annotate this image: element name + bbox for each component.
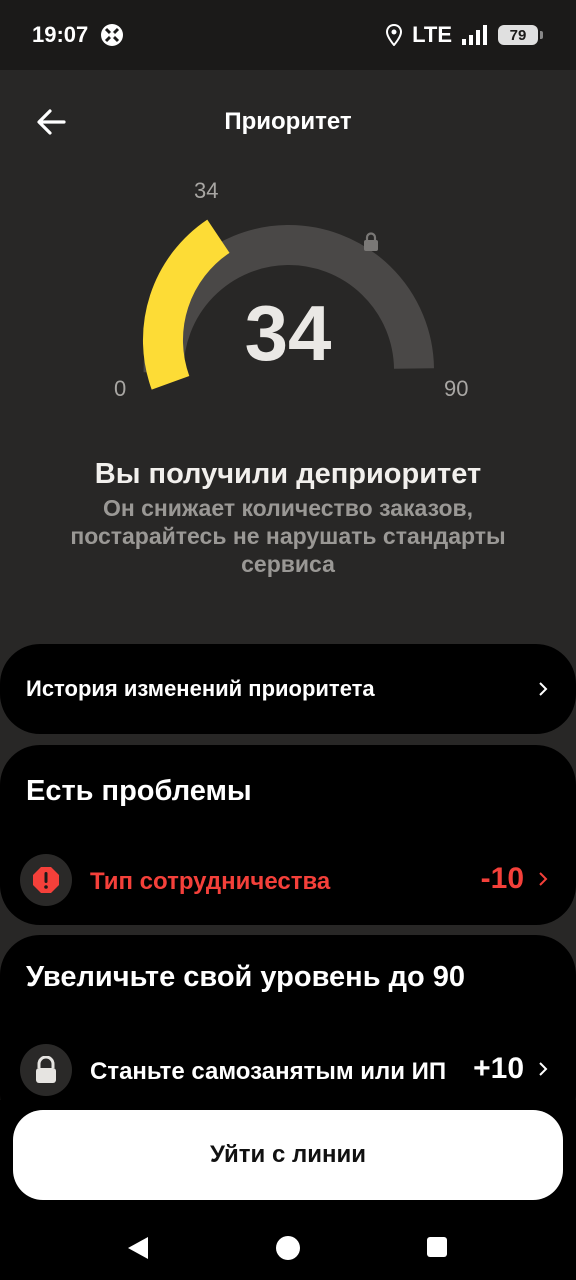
top-bar: Приоритет: [0, 90, 576, 154]
gauge-max-label: 90: [444, 376, 469, 401]
priority-gauge: 34 0 90 34: [100, 170, 476, 420]
status-heading: Вы получили деприоритет: [94, 458, 482, 490]
leave-line-button[interactable]: Уйти с линии: [13, 1110, 563, 1200]
status-bar: 19:07 LTE 79: [0, 0, 576, 70]
problems-title: Есть проблемы: [26, 775, 252, 807]
problem-value: -10: [480, 862, 524, 895]
app-notification-icon: [101, 24, 123, 46]
location-icon: [386, 24, 403, 46]
gauge-value: 34: [244, 289, 332, 377]
warning-icon: [20, 854, 72, 906]
nav-home-icon[interactable]: [276, 1236, 300, 1260]
nav-recents-icon[interactable]: [427, 1237, 447, 1257]
level-up-label: Станьте самозанятым или ИП: [90, 1058, 447, 1085]
problem-label: Тип сотрудничества: [90, 868, 331, 895]
chevron-right-icon: [539, 682, 548, 696]
level-up-value: +10: [473, 1052, 524, 1085]
gauge-current-label: 34: [194, 178, 219, 203]
battery-icon: 79: [498, 25, 543, 45]
lock-icon: [364, 232, 378, 251]
problems-card: Есть проблемы Тип сотрудничества -10: [0, 745, 576, 925]
chevron-right-icon: [539, 872, 548, 886]
status-description: Он снижает количество заказов, постарайт…: [70, 495, 506, 577]
gauge-min-label: 0: [114, 376, 127, 401]
problem-item[interactable]: Тип сотрудничества -10: [0, 854, 576, 910]
history-label: История изменений приоритета: [26, 676, 375, 701]
navigation-bar: [0, 1216, 576, 1280]
lock-icon: [20, 1044, 72, 1096]
priority-history-link[interactable]: История изменений приоритета: [0, 644, 576, 734]
battery-level: 79: [509, 26, 527, 44]
nav-back-icon[interactable]: [126, 1236, 150, 1260]
level-up-title: Увеличьте свой уровень до 90: [26, 961, 466, 993]
network-type: LTE: [412, 22, 452, 47]
page-title: Приоритет: [224, 108, 352, 135]
status-indicators: LTE 79: [386, 22, 543, 48]
status-time: 19:07: [32, 22, 89, 47]
chevron-right-icon: [539, 1062, 548, 1076]
level-up-item[interactable]: Станьте самозанятым или ИП +10: [0, 1044, 576, 1100]
signal-icon: [462, 25, 487, 45]
